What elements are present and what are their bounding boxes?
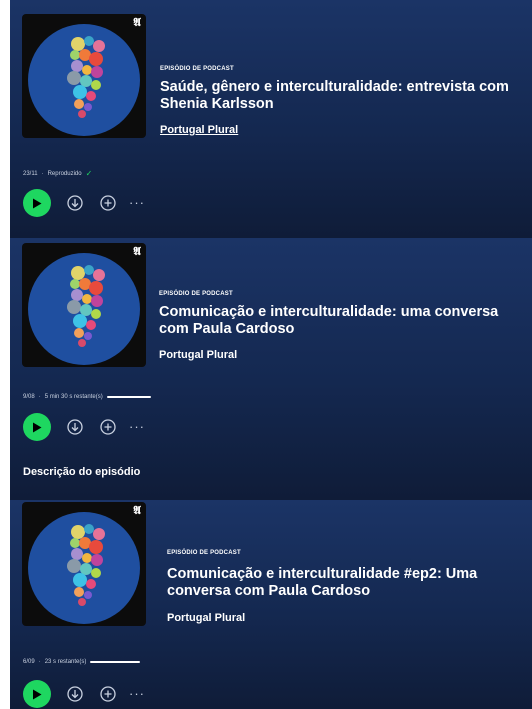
more-options-icon[interactable]: ··· [129, 196, 145, 209]
show-link[interactable]: Portugal Plural [160, 124, 238, 136]
download-button[interactable] [66, 418, 84, 436]
separator: · [38, 394, 41, 400]
play-icon [33, 689, 42, 699]
cover-art [28, 253, 140, 365]
episode-date: 9/08 [23, 394, 35, 400]
episode-title-line2: conversa com Paula Cardoso [167, 583, 371, 599]
show-link[interactable]: Portugal Plural [159, 349, 237, 361]
add-icon [100, 686, 116, 702]
episode-card: 𝕬 EPISÓDIO DE PODCAST Saúde, gênero e in… [10, 0, 532, 238]
more-options-icon[interactable]: ··· [129, 420, 145, 433]
download-button[interactable] [66, 685, 84, 703]
add-button[interactable] [99, 194, 117, 212]
play-icon [33, 422, 42, 432]
episode-description-heading: Descrição do episódio [23, 466, 141, 478]
episode-title-line1: Comunicação e interculturalidade: uma co… [159, 304, 499, 320]
cover-art [28, 512, 140, 624]
cover-art [28, 24, 140, 136]
anchor-logo-icon: 𝕬 [133, 246, 141, 258]
anchor-logo-icon: 𝕬 [133, 17, 141, 29]
progress-bar[interactable] [106, 396, 151, 398]
episode-meta: 6/09 · 23 s restante(s) [23, 659, 141, 665]
download-icon [67, 419, 83, 435]
play-button[interactable] [23, 413, 51, 441]
episode-controls: ··· [23, 189, 145, 217]
episode-status: Reproduzido [47, 170, 82, 177]
episode-status: 5 min 30 s restante(s) [44, 394, 103, 400]
add-button[interactable] [99, 418, 117, 436]
episode-date: 6/09 [23, 659, 35, 665]
separator: · [38, 659, 41, 665]
add-icon [100, 195, 116, 211]
episode-title-line1: Comunicação e interculturalidade #ep2: U… [167, 566, 478, 582]
episode-controls: ··· [23, 413, 145, 441]
play-button[interactable] [23, 189, 51, 217]
download-icon [67, 686, 83, 702]
separator: · [41, 170, 44, 177]
progress-bar[interactable] [90, 661, 141, 663]
download-icon [67, 195, 83, 211]
episode-date: 23/11 [23, 170, 38, 177]
episode-controls: ··· [23, 680, 145, 708]
play-button[interactable] [23, 680, 51, 708]
add-button[interactable] [99, 685, 117, 703]
episode-meta: 23/11 · Reproduzido ✓ [23, 169, 92, 178]
show-link[interactable]: Portugal Plural [167, 612, 245, 624]
episode-kind: EPISÓDIO DE PODCAST [167, 550, 241, 556]
podcast-cover[interactable]: 𝕬 [22, 502, 146, 626]
episode-title-line1: Saúde, gênero e interculturalidade: entr… [160, 79, 509, 95]
episode-card: 𝕬 EPISÓDIO DE PODCAST Comunicação e inte… [10, 500, 532, 709]
podcast-cover[interactable]: 𝕬 [22, 243, 146, 367]
anchor-logo-icon: 𝕬 [133, 505, 141, 517]
episode-status: 23 s restante(s) [44, 659, 87, 665]
add-icon [100, 419, 116, 435]
episode-meta: 9/08 · 5 min 30 s restante(s) [23, 394, 151, 400]
podcast-cover[interactable]: 𝕬 [22, 14, 146, 138]
checkmark-icon: ✓ [85, 169, 93, 178]
episode-card: 𝕬 EPISÓDIO DE PODCAST Comunicação e inte… [10, 238, 532, 500]
play-icon [33, 198, 42, 208]
more-options-icon[interactable]: ··· [129, 687, 145, 700]
episode-kind: EPISÓDIO DE PODCAST [159, 291, 233, 297]
episode-kind: EPISÓDIO DE PODCAST [160, 66, 234, 72]
episode-title-line2: Shenia Karlsson [160, 96, 274, 112]
episode-title-line2: com Paula Cardoso [159, 321, 295, 337]
download-button[interactable] [66, 194, 84, 212]
